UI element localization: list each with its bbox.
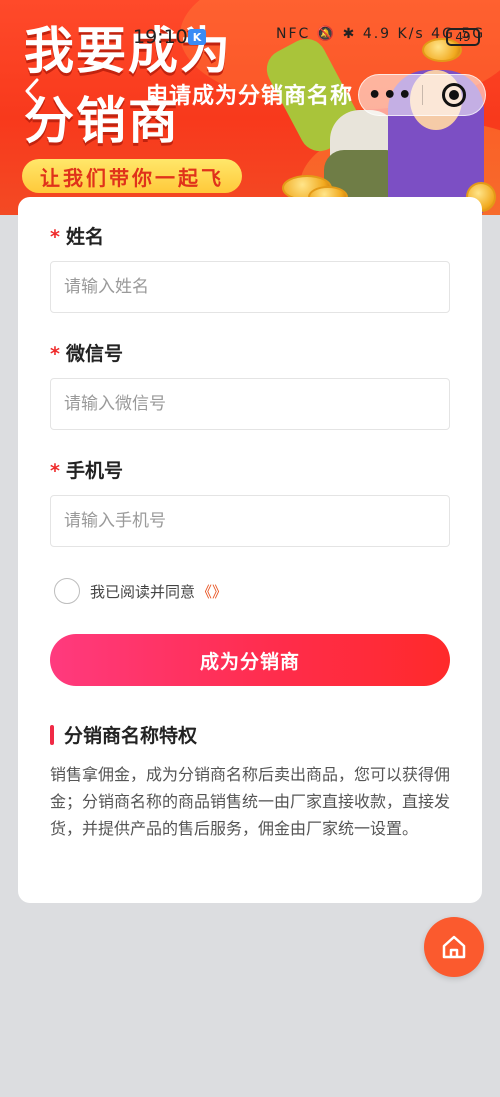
- privileges-title: 分销商名称特权: [64, 725, 198, 747]
- agree-text: 我已阅读并同意: [90, 582, 196, 601]
- required-mark: *: [50, 343, 60, 365]
- phone-input[interactable]: [50, 495, 450, 547]
- agree-checkbox[interactable]: [54, 578, 80, 604]
- status-bar: 19:10 K NFC 🔕 ✱ 4.9 K/s 4G 5G 49: [0, 0, 500, 48]
- agreement-row: 我已阅读并同意 《》: [54, 578, 227, 604]
- wechat-label: * 微信号: [50, 343, 123, 365]
- heading-accent-bar: [50, 724, 54, 745]
- home-icon: [442, 935, 466, 959]
- target-icon: [441, 83, 466, 107]
- agreement-link[interactable]: 《》: [197, 581, 227, 602]
- privileges-heading: 分销商名称特权: [50, 721, 197, 748]
- application-form-card: *姓名 *微信号 *手机号 我已阅读并同意 《》 成为分销商 分销商名称特权 销…: [18, 197, 482, 903]
- required-mark: *: [50, 226, 60, 248]
- status-time: 19:10: [133, 26, 188, 48]
- name-input[interactable]: [50, 261, 450, 313]
- home-button[interactable]: [424, 917, 484, 977]
- miniprogram-capsule: •••: [358, 74, 486, 116]
- chevron-left-icon: [25, 78, 39, 104]
- back-button[interactable]: [24, 78, 40, 109]
- wechat-input[interactable]: [50, 378, 450, 430]
- become-distributor-button[interactable]: 成为分销商: [50, 634, 450, 686]
- notification-badge: K: [188, 29, 206, 45]
- name-label: * 姓名: [50, 226, 104, 248]
- page-title: 申请成为分销商名称: [146, 84, 354, 109]
- privileges-description: 销售拿佣金，成为分销商名称后卖出商品，您可以获得佣金；分销商名称的商品销售统一由…: [50, 765, 451, 838]
- banner-slogan: 让我们带你一起飞: [22, 159, 242, 193]
- close-miniprogram-button[interactable]: [423, 83, 486, 107]
- battery-icon: 49: [446, 28, 480, 46]
- phone-label: * 手机号: [50, 460, 123, 482]
- required-mark: *: [50, 460, 60, 482]
- more-menu-button[interactable]: •••: [359, 83, 422, 108]
